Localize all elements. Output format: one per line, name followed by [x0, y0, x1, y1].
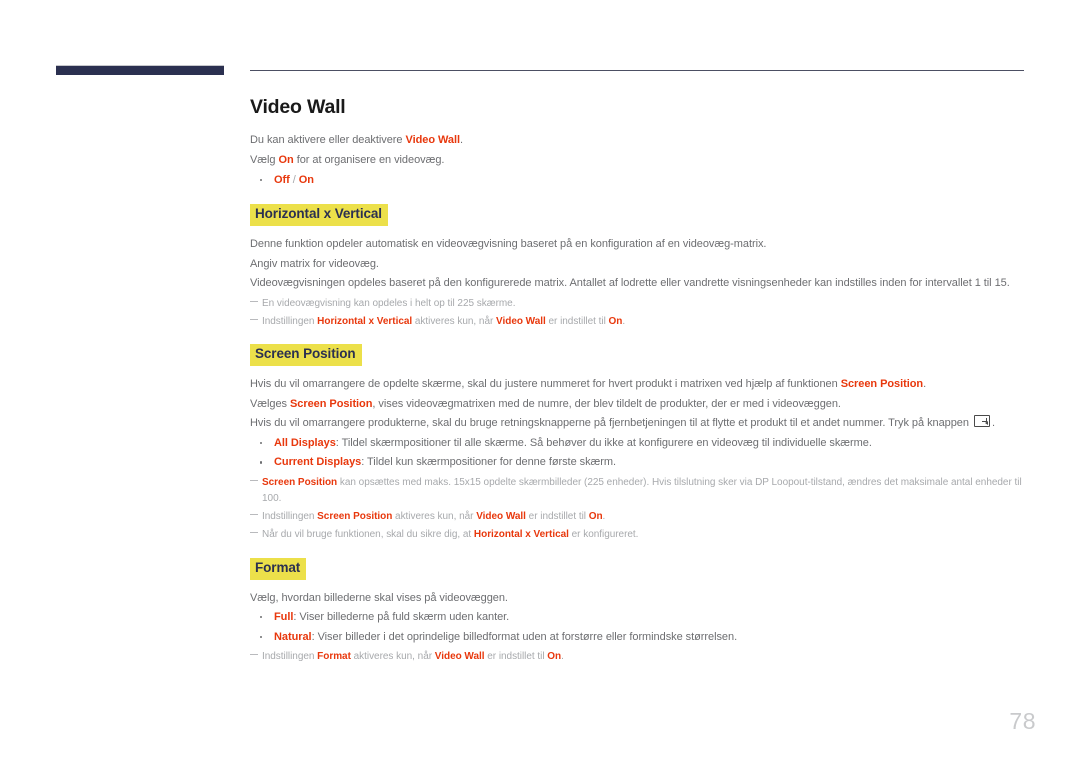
enter-key-icon [973, 415, 990, 428]
intro-line-1: Du kan aktivere eller deaktivere Video W… [250, 131, 1028, 151]
hxv-note-2-mid: aktiveres kun, når [412, 315, 497, 327]
intro-line-1-highlight: Video Wall [405, 134, 460, 147]
note-item: Når du vil bruge funktionen, skal du sik… [250, 527, 1028, 543]
sp-note-3-pre: Når du vil bruge funktionen, skal du sik… [262, 529, 474, 541]
format-option-list: Full: Viser billederne på fuld skærm ude… [250, 608, 1028, 647]
note-item: En videovægvisning kan opdeles i helt op… [250, 296, 1028, 312]
list-item-all-displays: All Displays: Tildel skærmpositioner til… [250, 434, 1028, 454]
page-header [0, 0, 1080, 90]
hxv-note-2-pre: Indstillingen [262, 315, 318, 327]
intro-option-list: Off / On [250, 171, 1028, 191]
option-current-displays-label: Current Displays [274, 456, 362, 469]
sp-option-list: All Displays: Tildel skærmpositioner til… [250, 434, 1028, 473]
page-title: Video Wall [250, 96, 346, 118]
page-number: 78 [1009, 708, 1036, 734]
intro-line-2-pre: Vælg [250, 153, 279, 166]
option-natural-text: : Viser billeder i det oprindelige bille… [311, 630, 738, 643]
hxv-note-2-hl-2: Video Wall [496, 315, 546, 327]
sp-note-2-hl-2: Video Wall [476, 511, 526, 523]
option-full-label: Full [274, 611, 294, 624]
option-current-displays-text: : Tildel kun skærmpositioner for denne f… [361, 456, 617, 469]
list-item-off-on: Off / On [250, 171, 1028, 191]
format-note-1-mid-2: er indstillet til [484, 651, 548, 663]
header-divider-rule [250, 70, 1024, 71]
section-horizontal-x-vertical: Horizontal x Vertical Denne funktion opd… [250, 204, 1028, 330]
sp-note-list: Screen Position kan opsættes med maks. 1… [250, 475, 1028, 544]
sp-note-3-hl: Horizontal x Vertical [473, 529, 569, 541]
hxv-paragraph-3: Videovægvisningen opdeles baseret på den… [250, 277, 1010, 290]
hxv-note-2-post: . [622, 315, 626, 327]
hxv-paragraph-1: Denne funktion opdeler automatisk en vid… [250, 238, 767, 250]
hxv-paragraph-2: Angiv matrix for videovæg. [250, 257, 379, 270]
sp-note-2-mid: aktiveres kun, når [392, 511, 477, 523]
option-separator: / [289, 173, 299, 186]
sp-paragraph-3: Hvis du vil omarrangere produkterne, ska… [250, 414, 1028, 434]
format-paragraph-1: Vælg, hvordan billederne skal vises på v… [250, 591, 508, 604]
document-page: { "theme": { "accent_red": "#e8380d", "h… [0, 0, 1080, 763]
note-item: Indstillingen Horizontal x Vertical akti… [250, 314, 1028, 330]
option-off: Off [274, 173, 290, 186]
intro-line-1-pre: Du kan aktivere eller deaktivere [250, 134, 406, 147]
section-heading-format: Format [250, 557, 307, 580]
intro-block: Du kan aktivere eller deaktivere Video W… [250, 131, 1028, 190]
hxv-note-2-mid-2: er indstillet til [545, 315, 609, 327]
format-note-1-pre: Indstillingen [262, 651, 318, 663]
option-all-displays-text: : Tildel skærmpositioner til alle skærme… [335, 436, 872, 449]
format-note-list: Indstillingen Format aktiveres kun, når … [250, 649, 1028, 665]
format-note-1-hl-3: On [547, 651, 562, 663]
format-note-1-mid: aktiveres kun, når [350, 651, 435, 663]
intro-line-1-post: . [460, 134, 464, 147]
sp-note-1-hl: Screen Position [262, 476, 338, 488]
option-natural-label: Natural [274, 630, 312, 643]
sp-paragraph-1: Hvis du vil omarrangere de opdelte skærm… [250, 375, 1028, 395]
header-tab-marker [56, 65, 224, 75]
sp-p1-pre: Hvis du vil omarrangere de opdelte skærm… [250, 377, 841, 390]
sp-paragraph-2: Vælges Screen Position, vises videovægma… [250, 395, 1028, 415]
section-format: Format Vælg, hvordan billederne skal vis… [250, 557, 1028, 666]
list-item-current-displays: Current Displays: Tildel kun skærmpositi… [250, 453, 1028, 473]
sp-note-2-hl-1: Screen Position [317, 511, 393, 523]
hxv-note-2-hl-1: Horizontal x Vertical [317, 315, 413, 327]
format-note-1-hl-2: Video Wall [434, 651, 485, 663]
section-heading-horizontal-x-vertical: Horizontal x Vertical [250, 204, 388, 226]
content-column: Video Wall Du kan aktivere eller deaktiv… [250, 96, 1028, 665]
sp-note-3-post: er konfigureret. [568, 529, 639, 541]
section-heading-screen-position: Screen Position [250, 344, 362, 366]
sp-note-2-pre: Indstillingen [262, 511, 318, 523]
list-item-natural: Natural: Viser billeder i det oprindelig… [250, 628, 1028, 648]
sp-p3-pre: Hvis du vil omarrangere produkterne, ska… [250, 417, 972, 430]
sp-p2-pre: Vælges [250, 397, 291, 410]
format-note-1-hl-1: Format [317, 651, 351, 663]
list-item-full: Full: Viser billederne på fuld skærm ude… [250, 608, 1028, 628]
sp-p1-post: . [923, 377, 927, 390]
hxv-note-1-text: En videovægvisning kan opdeles i helt op… [262, 297, 516, 309]
hxv-note-list: En videovægvisning kan opdeles i helt op… [250, 296, 1028, 330]
option-on: On [298, 173, 314, 186]
option-all-displays-label: All Displays [274, 436, 336, 449]
sp-p1-highlight: Screen Position [840, 377, 924, 390]
note-item: Indstillingen Format aktiveres kun, når … [250, 649, 1028, 665]
note-item: Screen Position kan opsættes med maks. 1… [250, 475, 1028, 507]
intro-line-2-post: for at organisere en videovæg. [293, 153, 445, 166]
sp-p3-post: . [991, 417, 995, 430]
intro-line-2-highlight: On [278, 153, 294, 166]
sp-note-2-post: . [602, 511, 606, 523]
sp-p2-highlight: Screen Position [290, 397, 373, 410]
sp-note-2-hl-3: On [588, 511, 603, 523]
hxv-note-2-hl-3: On [608, 315, 623, 327]
sp-note-2-mid-2: er indstillet til [525, 511, 589, 523]
sp-p2-post: , vises videovægmatrixen med de numre, d… [372, 397, 841, 410]
option-full-text: : Viser billederne på fuld skærm uden ka… [293, 611, 510, 624]
sp-note-1-text: kan opsættes med maks. 15x15 opdelte skæ… [262, 476, 1022, 505]
intro-line-2: Vælg On for at organisere en videovæg. [250, 151, 1028, 171]
note-item: Indstillingen Screen Position aktiveres … [250, 509, 1028, 525]
format-note-1-post: . [561, 651, 564, 663]
section-screen-position: Screen Position Hvis du vil omarrangere … [250, 344, 1028, 544]
